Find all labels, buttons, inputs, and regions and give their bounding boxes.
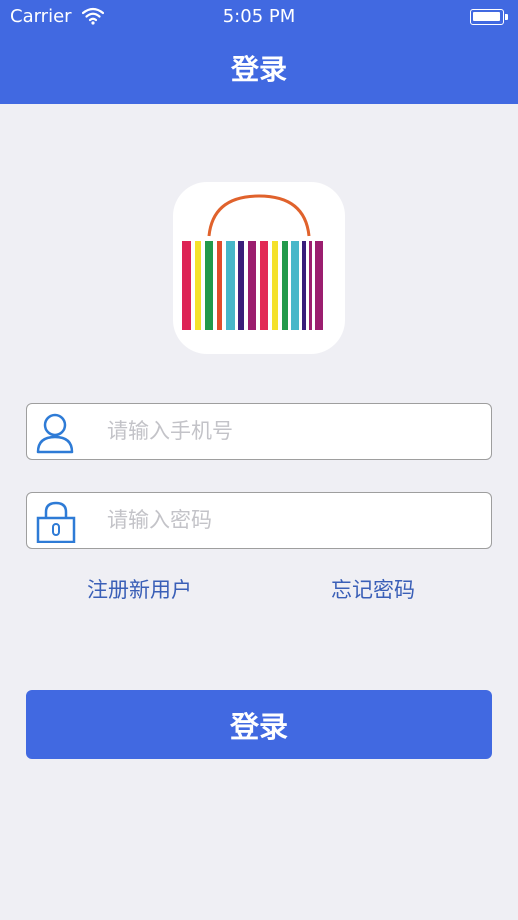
status-bar: Carrier 5:05 PM xyxy=(0,0,518,34)
barcode-bag-logo xyxy=(182,194,323,330)
battery-icon xyxy=(470,9,508,25)
register-link[interactable]: 注册新用户 xyxy=(87,574,192,604)
password-field[interactable] xyxy=(26,492,492,549)
user-icon xyxy=(36,413,74,454)
login-button[interactable]: 登录 xyxy=(26,690,492,759)
lock-icon xyxy=(36,501,76,543)
phone-field[interactable] xyxy=(26,403,492,460)
phone-input[interactable] xyxy=(107,404,477,458)
forgot-password-link[interactable]: 忘记密码 xyxy=(331,574,415,604)
app-header: Carrier 5:05 PM 登录 xyxy=(0,0,518,104)
page-title: 登录 xyxy=(230,53,287,86)
app-logo xyxy=(173,182,345,354)
password-input[interactable] xyxy=(107,493,477,547)
status-time: 5:05 PM xyxy=(222,6,296,27)
